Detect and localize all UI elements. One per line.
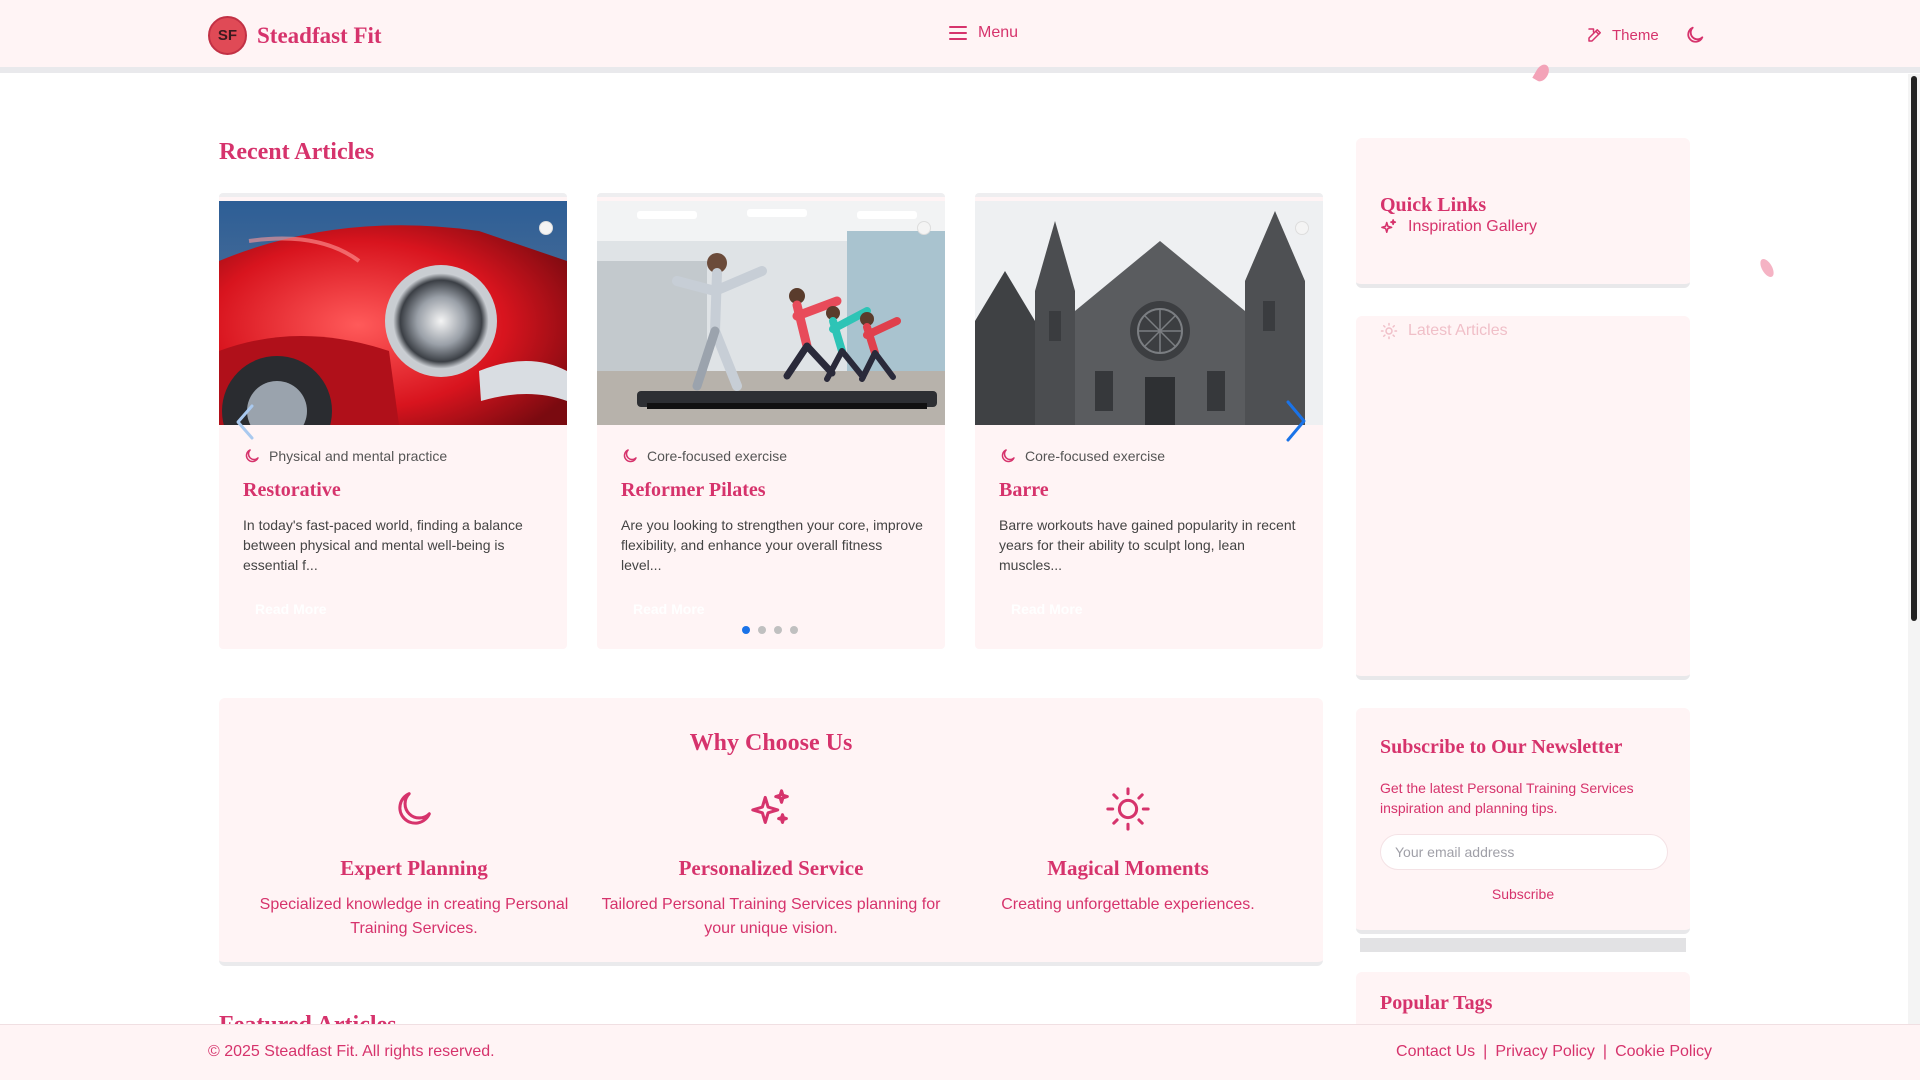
contact-link[interactable]: Contact Us (1396, 1043, 1475, 1061)
popular-tags-title: Popular Tags (1380, 992, 1493, 1014)
hamburger-icon (949, 26, 967, 40)
read-more-link[interactable]: Read More (633, 601, 705, 617)
cathedral-photo (975, 201, 1323, 425)
inspiration-gallery-link[interactable]: Inspiration Gallery (1380, 218, 1537, 236)
pilates-class-photo (597, 201, 945, 425)
site-footer: © 2025 Steadfast Fit. All rights reserve… (0, 1024, 1920, 1080)
site-header: SF Steadfast Fit Menu Theme (0, 0, 1920, 73)
quick-link-label: Inspiration Gallery (1408, 218, 1537, 235)
carousel-dot[interactable] (758, 626, 766, 634)
theme-button[interactable]: Theme (1586, 26, 1659, 44)
read-more-link[interactable]: Read More (1011, 601, 1083, 617)
chevron-right-icon (1286, 400, 1306, 442)
card-category: Core-focused exercise (999, 447, 1165, 465)
card-title[interactable]: Restorative (243, 479, 341, 502)
sun-icon (1380, 322, 1398, 340)
feature-item: Expert Planning Specialized knowledge in… (235, 786, 593, 941)
sparkles-icon (1381, 219, 1397, 233)
quick-links-title: Quick Links (1380, 194, 1487, 216)
carousel-dot[interactable] (790, 626, 798, 634)
moon-icon (1687, 26, 1704, 43)
feature-description: Tailored Personal Training Services plan… (601, 896, 941, 937)
sparkles-icon (751, 789, 789, 824)
chevron-left-icon (236, 404, 254, 440)
carousel-dot[interactable] (774, 626, 782, 634)
bookmark-dot[interactable] (539, 221, 553, 235)
carousel-dot[interactable] (742, 626, 750, 634)
divider (1360, 938, 1686, 952)
menu-label: Menu (978, 24, 1019, 41)
latest-articles-header: Latest Articles (1380, 322, 1508, 340)
footer-separator: | (1483, 1043, 1488, 1060)
moon-icon (623, 449, 637, 463)
why-title: Why Choose Us (689, 730, 853, 756)
moon-icon (245, 449, 259, 463)
article-card[interactable]: Physical and mental practice Restorative… (219, 193, 567, 649)
feature-title: Expert Planning (340, 856, 488, 880)
card-category: Core-focused exercise (621, 447, 787, 465)
newsletter-box: Subscribe to Our Newsletter Get the late… (1356, 708, 1690, 934)
feature-description: Creating unforgettable experiences. (1001, 896, 1255, 913)
popular-tags-box: Popular Tags (1356, 972, 1690, 1032)
dark-mode-toggle[interactable] (1684, 24, 1706, 51)
cookie-link[interactable]: Cookie Policy (1615, 1043, 1712, 1061)
latest-articles-box: Latest Articles (1356, 316, 1690, 680)
palette-icon (1588, 28, 1601, 42)
card-title[interactable]: Reformer Pilates (621, 479, 766, 502)
article-card[interactable]: Core-focused exercise Reformer Pilates A… (597, 193, 945, 649)
bookmark-dot[interactable] (1295, 221, 1309, 235)
footer-separator: | (1602, 1043, 1608, 1060)
moon-icon (1001, 449, 1015, 463)
theme-label: Theme (1612, 26, 1659, 44)
feature-description: Specialized knowledge in creating Person… (259, 896, 569, 937)
logo-badge: SF (208, 16, 247, 55)
card-category: Physical and mental practice (243, 447, 447, 465)
red-car-photo (219, 201, 567, 425)
carousel-pagination (742, 626, 798, 634)
carousel-prev-button[interactable] (232, 402, 256, 447)
footer-links: Contact Us | Privacy Policy | Cookie Pol… (1396, 1043, 1712, 1061)
latest-articles-title: Latest Articles (1408, 322, 1508, 339)
privacy-link[interactable]: Privacy Policy (1495, 1043, 1595, 1061)
subscribe-button[interactable]: Subscribe (1356, 886, 1690, 902)
card-title[interactable]: Barre (999, 479, 1049, 502)
card-excerpt: In today's fast-paced world, finding a b… (243, 517, 523, 573)
sun-icon (1106, 787, 1150, 831)
feature-item: Personalized Service Tailored Personal T… (592, 786, 950, 941)
card-excerpt: Barre workouts have gained popularity in… (999, 517, 1296, 573)
brand-link[interactable]: SF Steadfast Fit (208, 16, 382, 55)
card-category-label: Core-focused exercise (1025, 448, 1166, 464)
read-more-link[interactable]: Read More (255, 601, 327, 617)
article-card[interactable]: Core-focused exercise Barre Barre workou… (975, 193, 1323, 649)
copyright-text: © 2025 Steadfast Fit. All rights reserve… (208, 1043, 495, 1060)
feature-title: Magical Moments (1047, 856, 1209, 880)
feature-title: Personalized Service (678, 856, 864, 880)
card-excerpt: Are you looking to strengthen your core,… (621, 517, 923, 573)
recent-articles-title: Recent Articles (219, 139, 375, 165)
newsletter-title: Subscribe to Our Newsletter (1380, 736, 1623, 758)
card-category-label: Core-focused exercise (647, 448, 788, 464)
menu-button[interactable]: Menu (948, 24, 1018, 42)
newsletter-description: Get the latest Personal Training Service… (1380, 780, 1634, 816)
brand-name: Steadfast Fit (257, 22, 382, 48)
scrollbar-thumb[interactable] (1911, 76, 1917, 621)
why-choose-us-section: Why Choose Us Expert Planning Specialize… (219, 698, 1323, 966)
moon-icon (398, 792, 431, 825)
email-field[interactable] (1380, 834, 1668, 870)
quick-links-box: Quick Links Inspiration Gallery (1356, 138, 1690, 288)
card-category-label: Physical and mental practice (269, 448, 448, 464)
page-scrollbar[interactable] (1908, 74, 1920, 1024)
feature-item: Magical Moments Creating unforgettable e… (949, 786, 1307, 917)
petal-decoration (1757, 256, 1777, 280)
carousel-next-button[interactable] (1282, 398, 1310, 449)
bookmark-dot[interactable] (917, 221, 931, 235)
